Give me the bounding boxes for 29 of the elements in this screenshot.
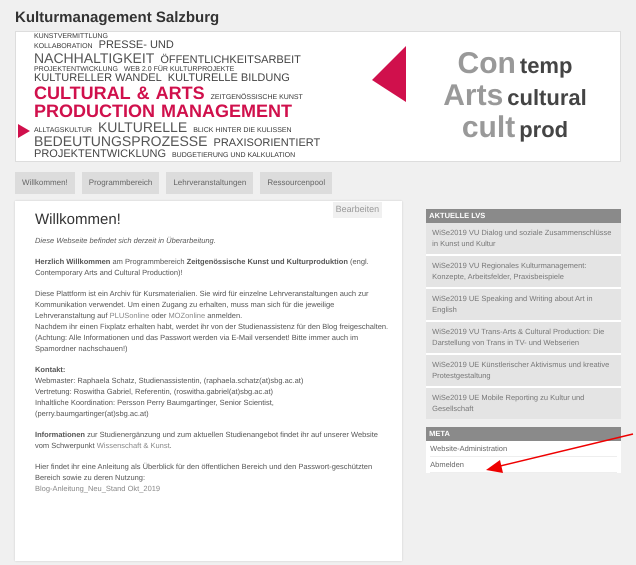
nav-tab[interactable]: Ressourcenpool	[260, 172, 332, 194]
banner-word: &	[136, 84, 150, 102]
banner-word: PROJEKTENTWICKLUNG	[34, 149, 166, 160]
banner-word: ARTS	[156, 84, 205, 102]
logo-word: prod	[519, 116, 568, 144]
nav-tab[interactable]: Willkommen!	[15, 172, 75, 194]
page-title: Willkommen!	[35, 211, 122, 229]
banner-word: KULTURELLE BILDUNG	[168, 73, 290, 84]
triangle-icon	[18, 124, 30, 138]
logo-word: temp	[520, 52, 572, 80]
banner-word: PRESSE- UND	[98, 40, 174, 51]
logo-word: Con	[458, 48, 516, 78]
logo-word: cultural	[507, 84, 587, 112]
logo-word: cult	[462, 112, 516, 142]
nav-tab[interactable]: Programmbereich	[82, 172, 160, 194]
banner-word: KULTURELLE	[98, 120, 188, 134]
banner-word: CULTURAL	[34, 84, 131, 102]
logo-word: Arts	[443, 80, 504, 110]
triangle-icon	[372, 46, 406, 102]
banner-word: KULTURELLER WANDEL	[34, 73, 162, 84]
banner-word: PRODUCTION	[34, 102, 155, 120]
banner-word: PRAXISORIENTIERT	[213, 138, 320, 149]
banner-word: ÖFFENTLICHKEITSARBEIT	[160, 55, 301, 66]
edit-button[interactable]: Bearbeiten	[332, 202, 382, 218]
nav-tab[interactable]: Lehrveranstaltungen	[166, 172, 254, 194]
banner-word: NACHHALTIGKEIT	[34, 51, 154, 65]
banner-word: BEDEUTUNGSPROZESSE	[34, 134, 208, 148]
banner-word: MANAGEMENT	[161, 102, 292, 120]
site-title[interactable]: Kulturmanagement Salzburg	[15, 8, 621, 28]
